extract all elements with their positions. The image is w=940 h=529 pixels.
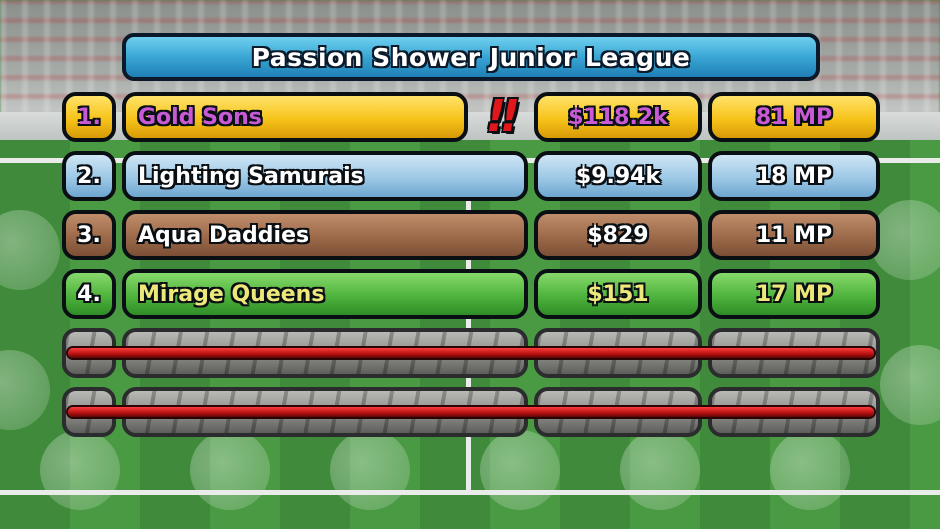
standing-row-1[interactable]: 1. Gold Sons !! $118.2k 81 MP — [62, 91, 880, 142]
team-mp: 11 MP — [708, 210, 880, 260]
standing-row-2[interactable]: 2. Lighting Samurais $9.94k 18 MP — [62, 151, 880, 201]
pitch-pattern-ball — [770, 430, 850, 510]
pitch-center-line — [466, 158, 471, 495]
team-name: Aqua Daddies — [122, 210, 528, 260]
locked-row-5 — [62, 328, 880, 378]
lock-chain-icon — [68, 348, 874, 358]
pitch-pattern-ball — [620, 430, 700, 510]
team-mp: 18 MP — [708, 151, 880, 201]
standing-row-3[interactable]: 3. Aqua Daddies $829 11 MP — [62, 210, 880, 260]
team-mp: 17 MP — [708, 269, 880, 319]
league-title: Passion Shower Junior League — [122, 33, 820, 81]
pitch-pattern-ball — [190, 430, 270, 510]
team-money: $118.2k — [534, 92, 702, 142]
pitch-pattern-ball — [330, 430, 410, 510]
team-name: Lighting Samurais — [122, 151, 528, 201]
rank-label: 2. — [62, 151, 116, 201]
pitch-pattern-ball — [480, 430, 560, 510]
rank-label: 3. — [62, 210, 116, 260]
alert-icon: !! — [485, 90, 520, 142]
team-money: $151 — [534, 269, 702, 319]
team-name: Mirage Queens — [122, 269, 528, 319]
lock-chain-icon — [68, 407, 874, 417]
team-mp: 81 MP — [708, 92, 880, 142]
team-money: $9.94k — [534, 151, 702, 201]
team-money: $829 — [534, 210, 702, 260]
team-name: Gold Sons — [122, 92, 468, 142]
pitch-pattern-ball — [40, 430, 120, 510]
rank-label: 4. — [62, 269, 116, 319]
rank-label: 1. — [62, 92, 116, 142]
pitch-pattern-ball — [870, 200, 940, 280]
locked-row-6 — [62, 387, 880, 437]
standing-row-4[interactable]: 4. Mirage Queens $151 17 MP — [62, 269, 880, 319]
